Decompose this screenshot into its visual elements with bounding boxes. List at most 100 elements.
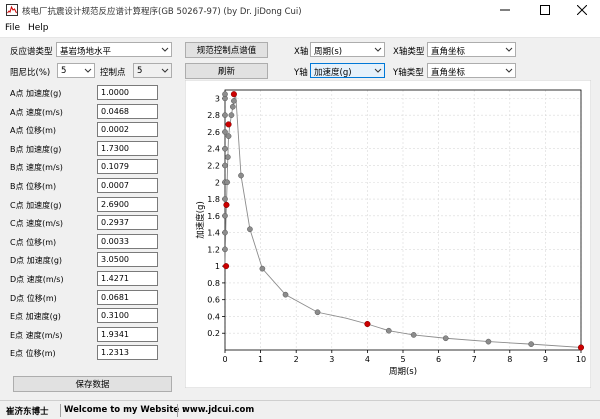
data-point [222, 229, 228, 236]
x-tick-label: 9 [543, 355, 548, 364]
x-tick-label: 7 [472, 355, 477, 364]
y-tick-label: 0.2 [207, 329, 220, 338]
control-points-select[interactable]: 5 [133, 63, 172, 78]
close-icon [577, 5, 587, 15]
chevron-down-icon [505, 68, 513, 73]
field-row: D点 加速度(g) [8, 252, 173, 270]
data-point [222, 145, 228, 152]
data-point [229, 103, 236, 110]
maximize-icon [540, 5, 550, 15]
field-value-input[interactable] [97, 122, 158, 138]
control-point [230, 91, 237, 98]
data-point [224, 179, 230, 186]
field-value-input[interactable] [97, 233, 158, 249]
status-website[interactable]: www.jdcui.com [182, 405, 254, 415]
status-welcome: Welcome to my Website : [64, 405, 186, 415]
data-point [259, 265, 266, 272]
field-label: A点 速度(m/s) [10, 107, 63, 117]
field-label: B点 加速度(g) [10, 144, 62, 154]
y-tick-label: 1.2 [207, 245, 220, 254]
calc-control-points-button[interactable]: 规范控制点谱值 [185, 42, 268, 58]
status-bar: 崔济东博士 Welcome to my Website : www.jdcui.… [0, 400, 600, 419]
field-value-input[interactable] [97, 178, 158, 193]
x-tick-label: 2 [294, 355, 299, 364]
control-point [223, 263, 230, 270]
field-row: D点 速度(m/s) [8, 271, 173, 289]
field-value-input[interactable] [97, 252, 158, 268]
y-axis-select[interactable]: 加速度(g) [310, 63, 385, 78]
field-row: E点 加速度(g) [8, 308, 173, 326]
field-value-input[interactable] [97, 345, 158, 361]
y-tick-label: 0.6 [207, 296, 220, 305]
field-label: C点 位移(m) [10, 237, 57, 247]
data-point [528, 341, 535, 347]
spectrum-type-select[interactable]: 基岩场地水平 [56, 42, 172, 57]
chevron-down-icon [505, 47, 513, 52]
field-row: D点 位移(m) [8, 289, 173, 308]
spectrum-type-label: 反应谱类型 [10, 47, 53, 57]
field-row: C点 加速度(g) [8, 196, 173, 215]
data-point [410, 332, 417, 338]
field-label: E点 加速度(g) [10, 312, 61, 322]
data-point [225, 133, 232, 139]
field-row: A点 加速度(g) [8, 85, 173, 103]
field-row: A点 位移(m) [8, 122, 173, 140]
data-point [228, 112, 235, 119]
data-point [247, 226, 253, 233]
save-data-button[interactable]: 保存数据 [13, 376, 172, 392]
chevron-down-icon [84, 68, 92, 73]
data-point [231, 98, 237, 104]
status-author: 崔济东博士 [6, 407, 49, 417]
field-label: D点 位移(m) [10, 293, 57, 303]
y-axis-type-select[interactable]: 直角坐标 [427, 63, 516, 78]
field-value-input[interactable] [97, 140, 158, 156]
field-value-input[interactable] [97, 308, 158, 324]
y-axis-title: 加速度(g) [195, 201, 206, 239]
field-row: C点 位移(m) [8, 233, 173, 252]
menu-help[interactable]: Help [28, 23, 49, 33]
data-point [222, 212, 228, 219]
y-tick-label: 2.4 [207, 145, 220, 154]
maximize-button[interactable] [525, 0, 565, 20]
data-point [238, 172, 244, 179]
x-tick-label: 8 [507, 355, 512, 364]
chevron-down-icon [161, 47, 169, 52]
field-label: B点 位移(m) [10, 182, 57, 191]
field-label: B点 速度(m/s) [10, 163, 63, 173]
field-value-input[interactable] [97, 159, 158, 175]
control-point [577, 344, 585, 351]
field-label: C点 加速度(g) [10, 200, 62, 210]
minimize-button[interactable] [485, 0, 525, 20]
control-point [364, 320, 371, 328]
y-tick-label: 2.6 [207, 128, 220, 137]
y-tick-label: 1 [215, 262, 220, 271]
x-tick-label: 3 [329, 355, 334, 364]
y-tick-label: 0.8 [207, 279, 220, 288]
field-value-input[interactable] [97, 326, 158, 342]
menu-file[interactable]: File [5, 23, 20, 33]
x-axis-select[interactable]: 周期(s) [310, 42, 385, 57]
field-row: B点 加速度(g) [8, 140, 173, 159]
data-point [222, 196, 228, 202]
x-axis-type-select[interactable]: 直角坐标 [427, 42, 516, 57]
close-button[interactable] [562, 0, 600, 20]
field-value-input[interactable] [97, 289, 158, 305]
refresh-button[interactable]: 刷新 [185, 63, 268, 79]
field-label: E点 速度(m/s) [10, 330, 63, 340]
field-label: D点 速度(m/s) [10, 275, 64, 284]
field-value-input[interactable] [97, 271, 158, 286]
damping-select[interactable]: 5 [57, 63, 95, 78]
x-axis-label: X轴 [294, 47, 309, 57]
field-value-input[interactable] [97, 103, 158, 119]
field-value-input[interactable] [97, 196, 158, 212]
data-point [222, 91, 228, 98]
y-tick-label: 0.4 [207, 312, 220, 321]
control-point [225, 121, 232, 128]
data-point [314, 309, 321, 316]
data-point [222, 162, 228, 169]
data-point [385, 327, 392, 334]
field-label: E点 位移(m) [10, 349, 56, 359]
field-value-input[interactable] [97, 85, 158, 100]
chevron-down-icon [374, 47, 382, 52]
field-value-input[interactable] [97, 215, 158, 231]
